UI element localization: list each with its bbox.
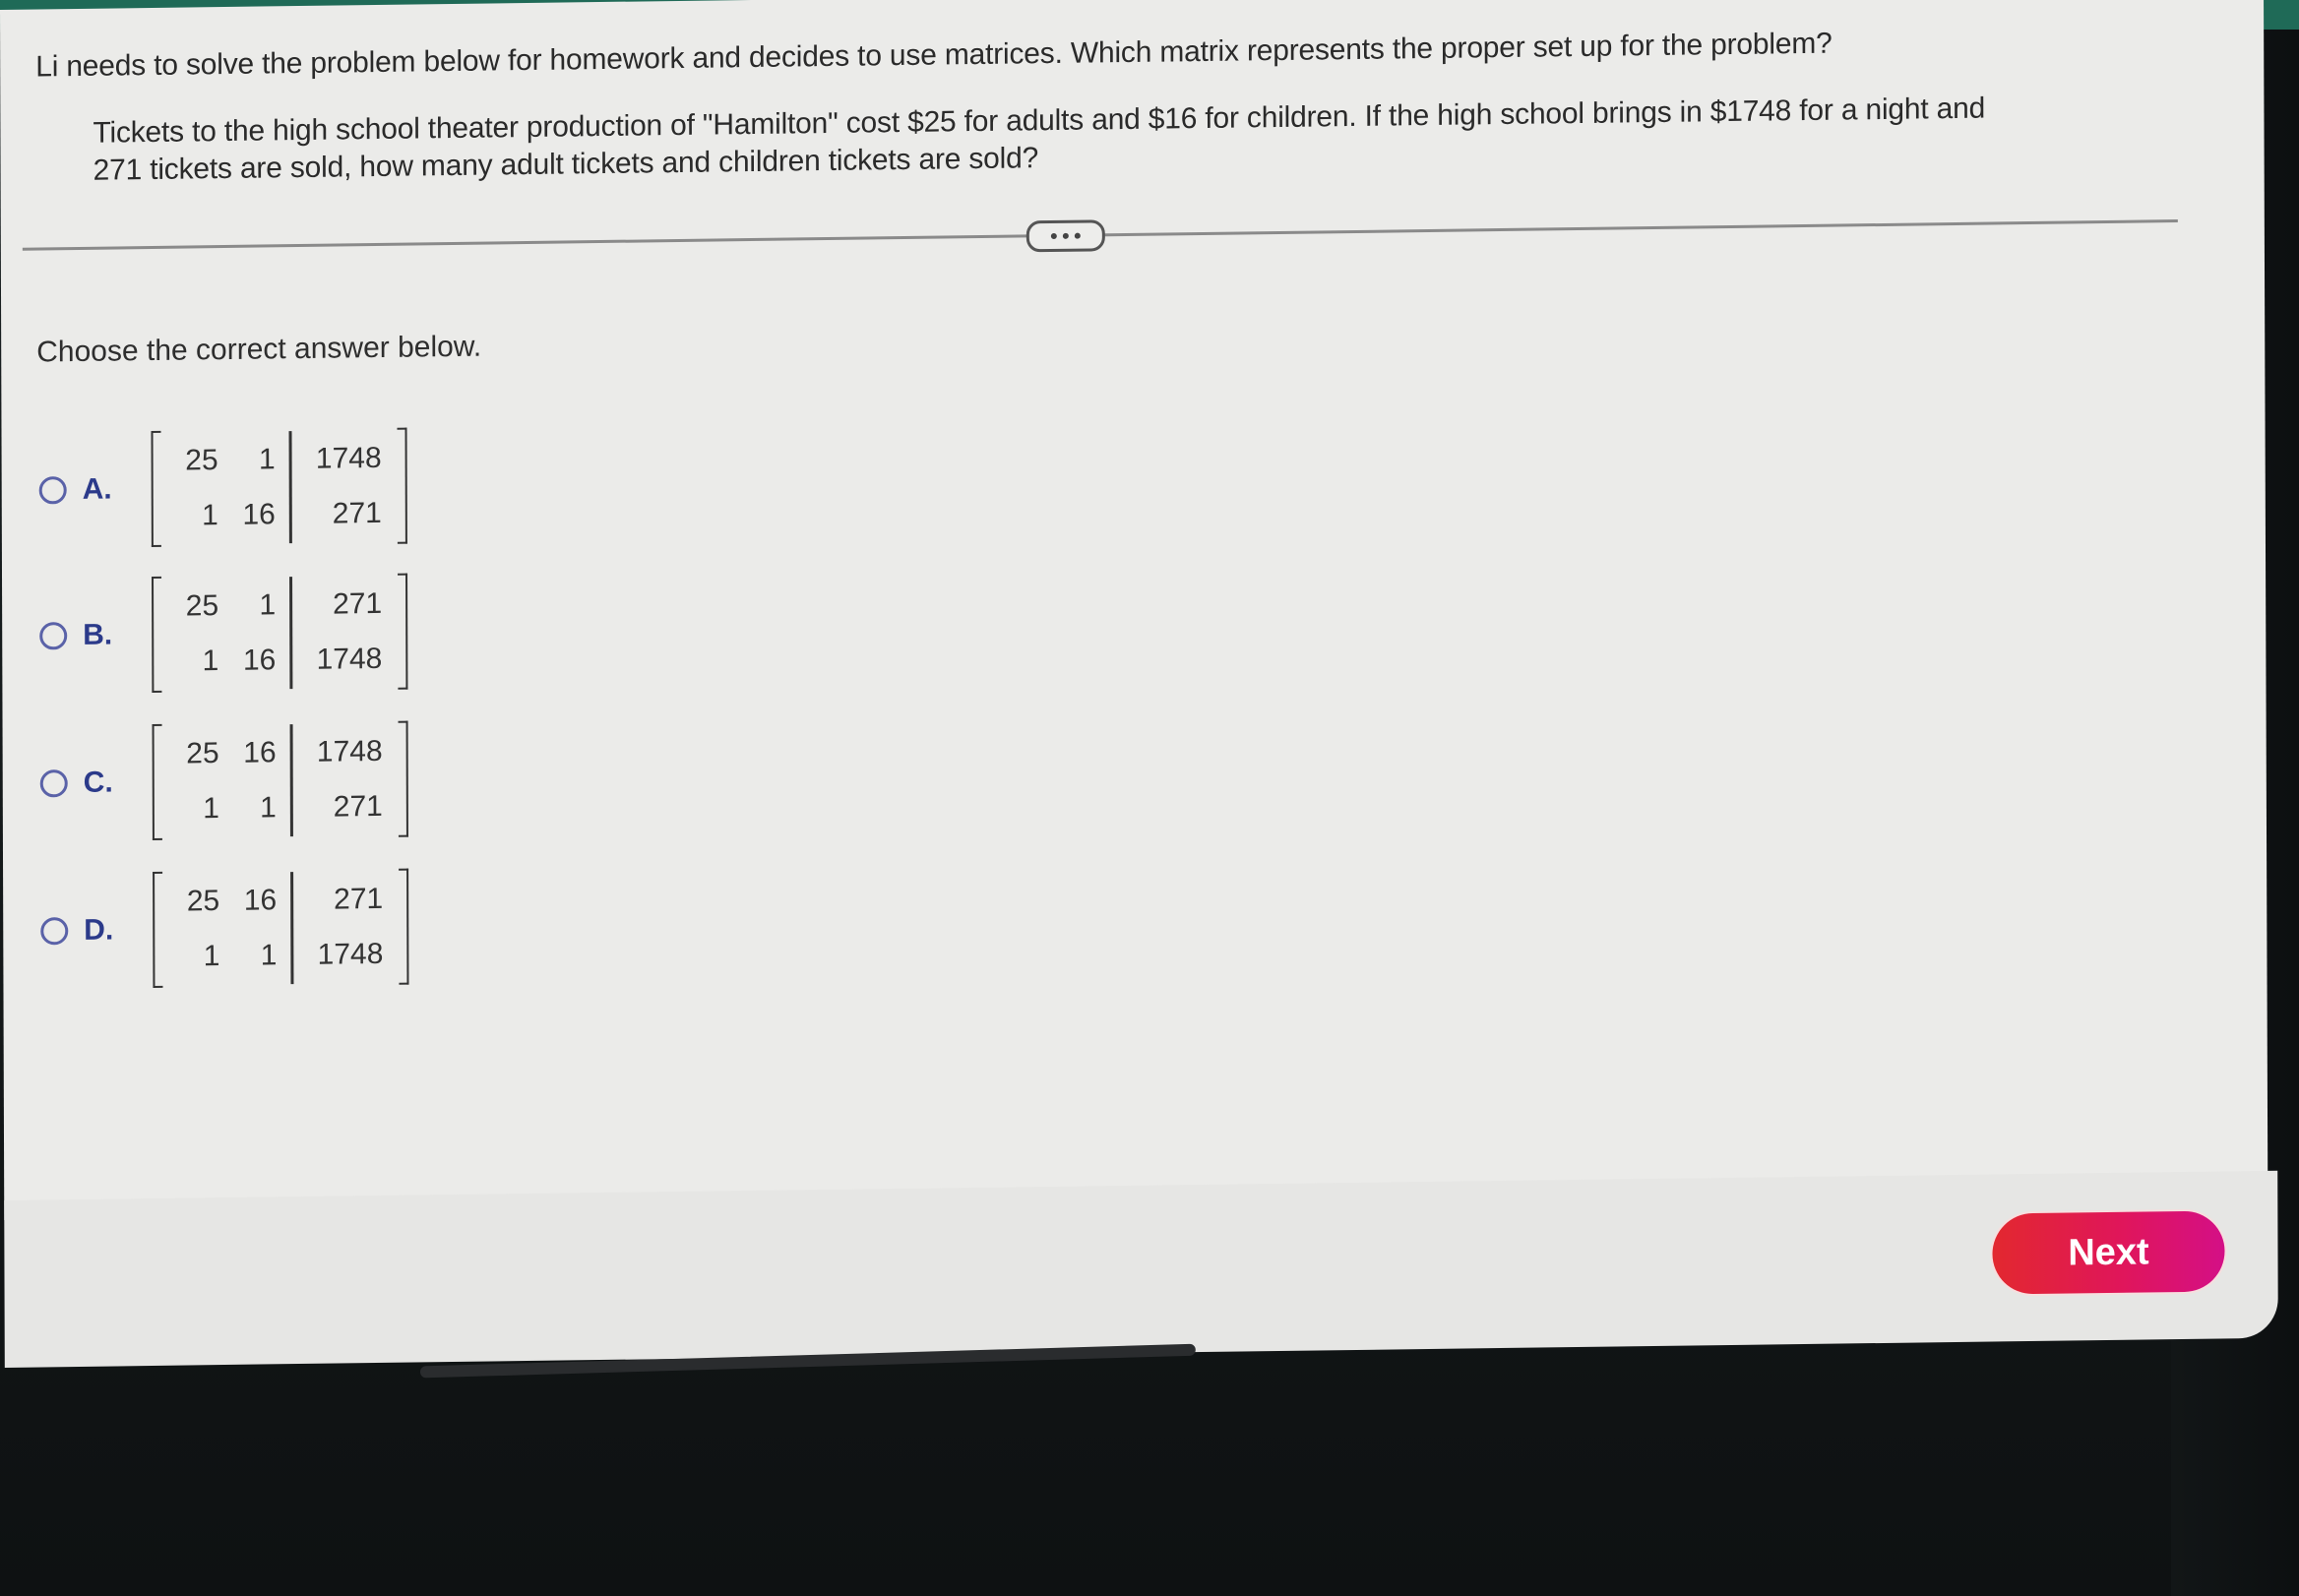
augmented-matrix: 25 16 1748 1 1 271 <box>152 720 408 840</box>
more-dots-icon <box>1062 232 1069 239</box>
matrix-cell: 1748 <box>317 937 384 971</box>
matrix-cell: 16 <box>242 644 277 677</box>
answer-option-b[interactable]: B. 25 1 271 1 16 1748 <box>39 573 408 695</box>
more-dots-icon <box>1074 232 1081 239</box>
augment-divider <box>289 724 293 837</box>
left-bracket <box>152 723 162 840</box>
augmented-matrix: 25 1 271 1 16 1748 <box>152 573 408 693</box>
right-bracket <box>397 427 407 544</box>
answer-option-a[interactable]: A. 25 1 1748 1 16 271 <box>38 427 407 549</box>
matrix-cell: 16 <box>243 736 277 769</box>
footer-bar <box>4 1170 2278 1368</box>
radio-button[interactable] <box>39 769 68 798</box>
augment-divider <box>290 872 293 985</box>
matrix-cell: 1 <box>202 499 218 532</box>
matrix-cell: 271 <box>333 789 383 824</box>
expand-question-button[interactable] <box>1025 219 1105 253</box>
answer-option-c[interactable]: C. 25 16 1748 1 1 271 <box>39 720 408 842</box>
left-bracket <box>151 430 161 547</box>
augmented-matrix: 25 16 271 1 1 1748 <box>153 868 409 988</box>
option-letter: C. <box>83 766 113 799</box>
matrix-cell: 1 <box>260 939 278 972</box>
matrix-cell: 271 <box>334 882 384 916</box>
matrix-cell: 1 <box>260 791 277 825</box>
screen: Li needs to solve the problem below for … <box>0 0 2288 1379</box>
matrix-cell: 16 <box>242 498 276 531</box>
matrix-cell: 1748 <box>316 734 383 768</box>
augment-divider <box>288 431 292 544</box>
right-bracket <box>398 720 408 837</box>
matrix-cell: 1 <box>259 588 277 622</box>
matrix-cell: 1 <box>258 443 276 476</box>
answer-option-d[interactable]: D. 25 16 271 1 1 1748 <box>40 868 409 990</box>
matrix-cell: 1748 <box>315 441 382 475</box>
matrix-cell: 25 <box>185 589 219 623</box>
option-letter: A. <box>82 472 112 506</box>
right-bracket <box>398 573 408 690</box>
right-bracket <box>399 868 409 985</box>
matrix-cell: 1 <box>203 792 219 826</box>
matrix-cell: 271 <box>332 496 382 530</box>
option-letter: D. <box>84 913 114 947</box>
matrix-cell: 25 <box>185 444 218 477</box>
radio-button[interactable] <box>40 917 69 946</box>
left-bracket <box>152 576 162 693</box>
matrix-cell: 1748 <box>316 642 383 676</box>
left-bracket <box>153 871 163 988</box>
option-letter: B. <box>83 618 113 651</box>
answer-instruction: Choose the correct answer below. <box>36 330 482 369</box>
augment-divider <box>289 577 292 690</box>
next-button[interactable]: Next <box>1992 1210 2225 1295</box>
matrix-cell: 1 <box>202 645 219 678</box>
photo-background: Li needs to solve the problem below for … <box>0 0 2299 1596</box>
augmented-matrix: 25 1 1748 1 16 271 <box>151 427 407 547</box>
matrix-cell: 16 <box>243 884 278 917</box>
matrix-cell: 25 <box>186 737 219 770</box>
matrix-cell: 1 <box>203 940 220 973</box>
more-dots-icon <box>1050 232 1057 240</box>
radio-button[interactable] <box>38 476 67 505</box>
matrix-cell: 271 <box>333 586 383 621</box>
matrix-cell: 25 <box>186 885 220 918</box>
radio-button[interactable] <box>39 622 68 650</box>
